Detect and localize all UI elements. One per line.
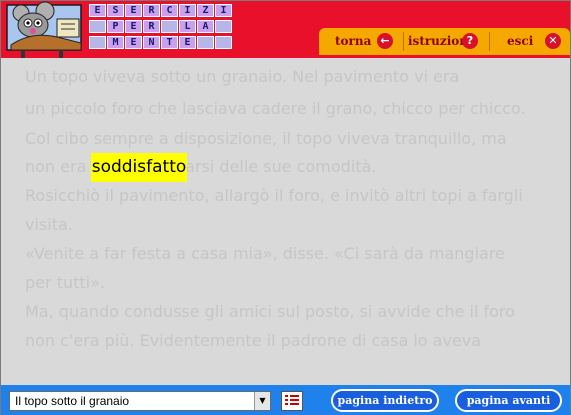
text-line: Un topo viveva sotto un granaio. Nel pav… xyxy=(25,67,460,86)
bottom-navigation-bar: Il topo sotto il granaio ▼ pagina indiet… xyxy=(1,385,570,415)
back-label: torna xyxy=(335,34,372,48)
story-select[interactable]: Il topo sotto il granaio ▼ xyxy=(9,391,271,411)
story-text: Un topo viveva sotto un granaio. Nel pav… xyxy=(25,67,555,367)
title-letter-cell: R xyxy=(143,4,160,17)
list-icon[interactable] xyxy=(281,391,303,411)
text-line: visita. xyxy=(25,215,73,234)
title-letter-cell: E xyxy=(125,36,142,49)
previous-page-button[interactable]: pagina indietro xyxy=(331,389,439,412)
title-letter-cell: I xyxy=(215,4,232,17)
title-letter-cell: N xyxy=(143,36,160,49)
text-line: «Venite a far festa a casa mia», disse. … xyxy=(25,244,505,263)
title-letter-cell: L xyxy=(179,20,196,33)
arrow-left-icon: ← xyxy=(377,33,393,49)
title-letter-cell: S xyxy=(107,4,124,17)
title-letter-cell: E xyxy=(125,20,142,33)
text-line: un piccolo foro che lasciava cadere il g… xyxy=(25,99,526,118)
toolbar-divider xyxy=(403,32,404,51)
back-button[interactable]: torna ← xyxy=(325,28,400,55)
title-letter-cell: T xyxy=(161,36,178,49)
highlighted-word: soddisfatto xyxy=(91,153,187,182)
mouse-logo-icon xyxy=(1,1,88,58)
logo-illustration xyxy=(1,1,88,58)
text-line: non era e volle vantarsi delle sue comod… xyxy=(25,157,377,176)
title-letter-cell xyxy=(215,36,232,49)
instructions-button[interactable]: istruzioni ? xyxy=(405,28,485,55)
title-letter-cell: I xyxy=(179,4,196,17)
close-icon: ✕ xyxy=(545,33,561,49)
text-line: per tutti». xyxy=(25,273,105,292)
title-letter-cell: E xyxy=(89,4,106,17)
title-letter-grid: ESERCIZIPERLAMENTE xyxy=(89,4,241,54)
exit-label: esci xyxy=(507,34,534,48)
title-letter-cell xyxy=(89,20,106,33)
title-letter-cell xyxy=(197,36,214,49)
title-letter-cell xyxy=(161,20,178,33)
text-line: Col cibo sempre a disposizione, il topo … xyxy=(25,129,507,148)
text-line: Rosicchiò il pavimento, allargò il foro,… xyxy=(25,186,523,205)
title-letter-cell xyxy=(215,20,232,33)
title-letter-cell: E xyxy=(125,4,142,17)
header-bar: ESERCIZIPERLAMENTE torna ← istruzioni ? … xyxy=(1,1,570,58)
story-select-value: Il topo sotto il granaio xyxy=(15,394,130,408)
title-letter-cell: E xyxy=(179,36,196,49)
title-letter-cell: R xyxy=(143,20,160,33)
top-toolbar: torna ← istruzioni ? esci ✕ xyxy=(319,28,570,55)
title-letter-cell: P xyxy=(107,20,124,33)
title-letter-cell: Z xyxy=(197,4,214,17)
next-page-button[interactable]: pagina avanti xyxy=(455,389,562,412)
title-letter-cell: A xyxy=(197,20,214,33)
title-letter-cell xyxy=(89,36,106,49)
question-icon: ? xyxy=(462,33,478,49)
text-line: non c'era più. Evidentemente il padrone … xyxy=(25,331,482,350)
chevron-down-icon[interactable]: ▼ xyxy=(254,392,270,410)
title-letter-cell: C xyxy=(161,4,178,17)
title-letter-cell: M xyxy=(107,36,124,49)
text-line: Ma, quando condusse gli amici sul posto,… xyxy=(25,302,515,321)
exit-button[interactable]: esci ✕ xyxy=(491,28,566,55)
toolbar-divider xyxy=(489,32,490,51)
app-window: ESERCIZIPERLAMENTE torna ← istruzioni ? … xyxy=(0,0,571,415)
